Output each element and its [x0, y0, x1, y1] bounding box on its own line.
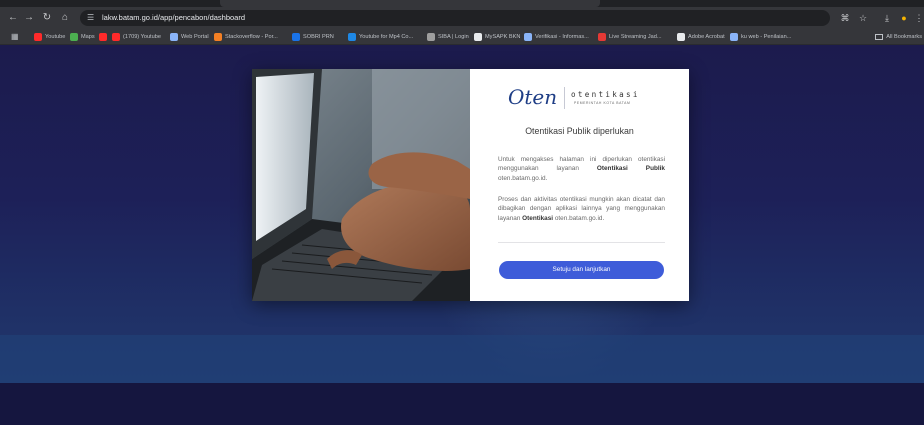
bookmark-label: SIBA | Login	[438, 34, 469, 40]
translate-icon[interactable]: ⌘	[838, 11, 852, 25]
logo-script-text: Oten	[508, 85, 558, 109]
bookmark-item[interactable]	[99, 29, 110, 45]
bookmark-favicon-icon	[474, 33, 482, 41]
home-icon[interactable]: ⌂	[58, 11, 72, 25]
folder-icon	[875, 34, 884, 40]
bookmark-favicon-icon	[70, 33, 78, 41]
dialog-paragraph-1: Untuk mengakses halaman ini diperlukan o…	[498, 155, 665, 183]
bookmark-item[interactable]: Adobe Acrobat	[677, 29, 725, 45]
forward-icon[interactable]: →	[22, 11, 36, 25]
auth-dialog-content: Oten otentikasi PEMERINTAH KOTA BATAM Ot…	[470, 69, 689, 301]
bookmark-favicon-icon	[598, 33, 606, 41]
bookmark-label: Maps	[81, 34, 95, 40]
para1-text-end: oten.batam.go.id.	[498, 174, 548, 182]
active-tab[interactable]	[220, 0, 600, 7]
download-icon[interactable]: ⤓	[880, 11, 894, 25]
para2-text-end: oten.batam.go.id.	[553, 214, 605, 222]
bookmark-favicon-icon	[292, 33, 300, 41]
bookmark-favicon-icon	[348, 33, 356, 41]
tab-strip	[0, 0, 924, 7]
para1-bold: Otentikasi Publik	[596, 165, 665, 173]
laptop-typing-photo	[252, 69, 470, 301]
bookmark-item[interactable]: Stackoverflow - Por...	[214, 29, 278, 45]
bookmark-favicon-icon	[524, 33, 532, 41]
bookmark-label: Live Streaming Jad...	[609, 34, 662, 40]
bookmark-item[interactable]: Maps	[70, 29, 95, 45]
dialog-paragraph-2: Proses dan aktivitas otentikasi mungkin …	[498, 195, 665, 223]
all-bookmarks[interactable]: All Bookmarks	[875, 29, 922, 45]
bookmark-item[interactable]: ku web - Penilaian...	[730, 29, 791, 45]
menu-icon[interactable]: ⋮	[912, 11, 924, 25]
back-icon[interactable]: ←	[6, 11, 20, 25]
bookmark-label: Youtube	[45, 34, 66, 40]
background-bottom	[0, 383, 924, 425]
browser-toolbar: ← → ↻ ⌂ ☰ lakw.batam.go.id/app/pencabon/…	[0, 7, 924, 29]
address-url[interactable]: lakw.batam.go.id/app/pencabon/dashboard	[102, 10, 245, 26]
logo-separator	[564, 87, 565, 109]
bookmark-item[interactable]: Youtube	[34, 29, 65, 45]
bookmark-item[interactable]: Live Streaming Jad...	[598, 29, 662, 45]
bookmark-favicon-icon	[214, 33, 222, 41]
bookmark-label: MySAPK BKN	[485, 34, 521, 40]
bookmark-item[interactable]: (1709) Youtube	[112, 29, 161, 45]
site-info-icon[interactable]: ☰	[87, 13, 97, 23]
bookmark-label: ku web - Penilaian...	[741, 34, 792, 40]
oten-logo: Oten otentikasi PEMERINTAH KOTA BATAM	[508, 85, 658, 111]
bookmark-favicon-icon	[170, 33, 178, 41]
bookmark-label: (1709) Youtube	[123, 34, 161, 40]
bookmark-favicon-icon	[427, 33, 435, 41]
bookmark-item[interactable]: Verifikasi - Informas...	[524, 29, 589, 45]
dialog-title: Otentikasi Publik diperlukan	[525, 126, 634, 136]
bookmark-favicon-icon	[730, 33, 738, 41]
bookmark-label: Youtube for Mp4 Co...	[359, 34, 414, 40]
bookmark-label: Verifikasi - Informas...	[535, 34, 589, 40]
auth-dialog: Oten otentikasi PEMERINTAH KOTA BATAM Ot…	[252, 69, 689, 301]
background-band	[0, 335, 924, 383]
star-icon[interactable]: ☆	[856, 11, 870, 25]
page-background: Oten otentikasi PEMERINTAH KOTA BATAM Ot…	[0, 45, 924, 425]
logo-wordmark: otentikasi	[571, 90, 640, 99]
logo-subtitle: PEMERINTAH KOTA BATAM	[574, 101, 631, 105]
reload-icon[interactable]: ↻	[40, 11, 54, 25]
apps-icon[interactable]: ▦	[11, 32, 21, 42]
bookmark-favicon-icon	[99, 33, 107, 41]
bookmark-label: Adobe Acrobat	[688, 34, 725, 40]
all-bookmarks-label: All Bookmarks	[886, 34, 922, 40]
bookmark-favicon-icon	[112, 33, 120, 41]
agree-continue-button[interactable]: Setuju dan lanjutkan	[499, 261, 664, 279]
para2-bold: Otentikasi	[522, 214, 554, 222]
bookmark-item[interactable]: MySAPK BKN	[474, 29, 520, 45]
bookmark-favicon-icon	[677, 33, 685, 41]
bookmark-favicon-icon	[34, 33, 42, 41]
bookmark-item[interactable]: SOBRI PRN	[292, 29, 334, 45]
address-bar[interactable]: ☰ lakw.batam.go.id/app/pencabon/dashboar…	[80, 10, 830, 26]
profile-icon[interactable]: ●	[897, 11, 911, 25]
bookmark-item[interactable]: Web Portal	[170, 29, 209, 45]
bookmark-label: Stackoverflow - Por...	[225, 34, 278, 40]
bookmark-label: Web Portal	[181, 34, 209, 40]
bookmark-item[interactable]: Youtube for Mp4 Co...	[348, 29, 413, 45]
bookmark-item[interactable]: SIBA | Login	[427, 29, 469, 45]
dialog-divider	[498, 242, 665, 243]
bookmark-label: SOBRI PRN	[303, 34, 334, 40]
bookmarks-bar: ▦ Youtube Maps (1709) Youtube Web Portal Sta…	[0, 29, 924, 45]
